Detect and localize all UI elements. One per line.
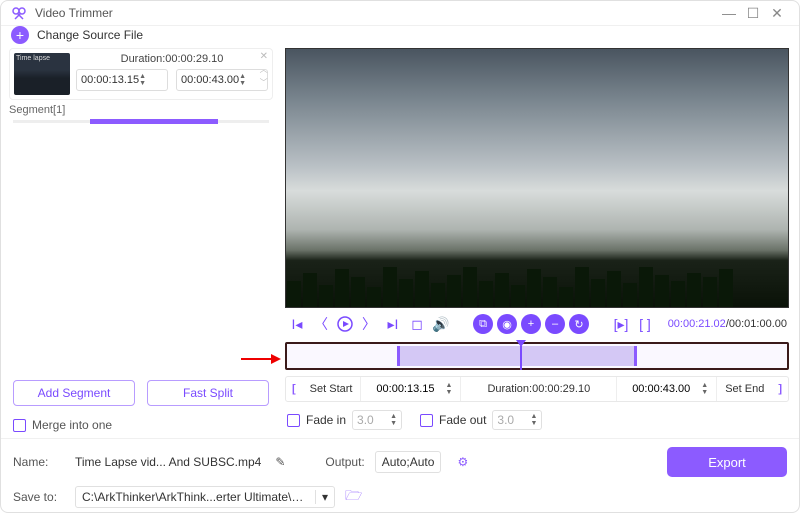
video-preview[interactable]: [285, 48, 789, 308]
segment-tag: Segment[1]: [9, 104, 273, 116]
segment-mini-timeline[interactable]: [13, 120, 269, 123]
spinner-icon[interactable]: ▲▼: [701, 382, 708, 396]
thumb-caption: Time lapse: [16, 55, 50, 62]
fade-row: Fade in 3.0▲▼ Fade out 3.0▲▼: [285, 402, 789, 438]
export-button[interactable]: Export: [667, 447, 787, 477]
goto-end-icon[interactable]: ▸I: [383, 314, 403, 334]
file-name-value: Time Lapse vid... And SUBSC.mp4: [75, 455, 261, 469]
titlebar: Video Trimmer — ☐ ✕: [1, 1, 799, 26]
add-mark-icon[interactable]: +: [521, 314, 541, 334]
camera-icon[interactable]: ◉: [497, 314, 517, 334]
goto-start-icon[interactable]: I◂: [287, 314, 307, 334]
mark-out-icon[interactable]: [ ]: [635, 314, 655, 334]
spinner-icon[interactable]: ▲▼: [445, 382, 452, 396]
time-readout: 00:00:21.02/00:01:00.00: [668, 318, 787, 330]
step-forward-icon[interactable]: 〉: [359, 314, 379, 334]
end-time-input[interactable]: ▲▼: [617, 377, 716, 401]
app-logo-icon: [11, 5, 27, 21]
fade-out-label: Fade out: [439, 413, 486, 427]
segment-end-value: 00:00:43.00: [181, 74, 239, 86]
maximize-button[interactable]: ☐: [741, 1, 765, 25]
segment-down-icon[interactable]: ﹀: [260, 77, 268, 88]
spinner-icon[interactable]: ▲▼: [139, 73, 163, 87]
minimize-button[interactable]: —: [717, 1, 741, 25]
save-path-select[interactable]: C:\ArkThinker\ArkThink...erter Ultimate\…: [75, 486, 335, 508]
topbar: + Change Source File: [1, 26, 799, 44]
start-time-input[interactable]: ▲▼: [361, 377, 460, 401]
set-end-button[interactable]: Set End: [717, 377, 772, 401]
window-title: Video Trimmer: [35, 6, 717, 20]
segment-card-controls: ✕ ︿ ﹀: [260, 51, 268, 88]
current-time: 00:00:21.02: [668, 318, 726, 330]
save-to-label: Save to:: [13, 490, 65, 504]
segment-start-value: 00:00:13.15: [81, 74, 139, 86]
stop-icon[interactable]: ◻: [407, 314, 427, 334]
edit-name-icon[interactable]: ✎: [275, 455, 285, 469]
remove-mark-icon[interactable]: –: [545, 314, 565, 334]
add-segment-button[interactable]: Add Segment: [13, 380, 135, 406]
fade-out-input[interactable]: 3.0▲▼: [492, 410, 542, 430]
playback-controls: I◂ 〈 〉 ▸I ◻ 🔊 ⧉ ◉ + – ↻ [▸] [ ] 00:00:21…: [285, 308, 789, 340]
fast-split-button[interactable]: Fast Split: [147, 380, 269, 406]
fade-out-checkbox[interactable]: [420, 414, 433, 427]
segment-card[interactable]: Time lapse Duration:00:00:29.10 00:00:13…: [9, 48, 273, 100]
bracket-close-icon: ]: [772, 383, 788, 395]
loop-icon[interactable]: ↻: [569, 314, 589, 334]
footer: Name: Time Lapse vid... And SUBSC.mp4 ✎ …: [1, 438, 799, 517]
duration-display: Duration:00:00:29.10: [461, 377, 616, 401]
output-format-select[interactable]: Auto;Auto: [375, 451, 442, 473]
mark-in-icon[interactable]: [▸]: [611, 314, 631, 334]
segment-duration-label: Duration:00:00:29.10: [76, 53, 268, 65]
segment-remove-icon[interactable]: ✕: [260, 51, 268, 62]
save-path-value: C:\ArkThinker\ArkThink...erter Ultimate\…: [82, 490, 309, 504]
bracket-open-icon: [: [286, 383, 302, 395]
play-icon[interactable]: [335, 314, 355, 334]
output-settings-icon[interactable]: ⚙: [457, 455, 468, 469]
playhead-handle[interactable]: [517, 340, 527, 348]
add-source-icon[interactable]: +: [11, 26, 29, 44]
trim-range-slider[interactable]: [285, 342, 789, 370]
right-panel: I◂ 〈 〉 ▸I ◻ 🔊 ⧉ ◉ + – ↻ [▸] [ ] 00:00:21…: [281, 44, 799, 438]
volume-icon[interactable]: 🔊: [431, 314, 451, 334]
fade-in-input[interactable]: 3.0▲▼: [352, 410, 402, 430]
step-back-icon[interactable]: 〈: [311, 314, 331, 334]
merge-checkbox[interactable]: [13, 419, 26, 432]
segment-thumbnail: Time lapse: [14, 53, 70, 95]
save-path-dropdown-icon[interactable]: ▾: [315, 490, 328, 504]
total-time: 00:01:00.00: [729, 318, 787, 330]
open-folder-icon[interactable]: 🗁: [345, 485, 362, 509]
trim-values-row: [ Set Start ▲▼ Duration:00:00:29.10 ▲▼ S…: [285, 376, 789, 402]
segment-end-input[interactable]: 00:00:43.00 ▲▼: [176, 69, 268, 91]
left-panel: Time lapse Duration:00:00:29.10 00:00:13…: [1, 44, 281, 438]
segment-start-input[interactable]: 00:00:13.15 ▲▼: [76, 69, 168, 91]
snapshot-group-icon[interactable]: ⧉: [473, 314, 493, 334]
output-label: Output:: [325, 455, 364, 469]
callout-arrow-icon: [241, 354, 281, 364]
app-window: Video Trimmer — ☐ ✕ + Change Source File…: [0, 0, 800, 513]
set-start-button[interactable]: Set Start: [302, 377, 361, 401]
segment-up-icon[interactable]: ︿: [260, 64, 268, 75]
main-area: Time lapse Duration:00:00:29.10 00:00:13…: [1, 44, 799, 438]
fade-in-checkbox[interactable]: [287, 414, 300, 427]
change-source-label[interactable]: Change Source File: [37, 28, 143, 42]
close-button[interactable]: ✕: [765, 1, 789, 25]
name-label: Name:: [13, 455, 65, 469]
fade-in-label: Fade in: [306, 413, 346, 427]
segment-info: Duration:00:00:29.10 00:00:13.15 ▲▼ 00:0…: [76, 53, 268, 95]
merge-label: Merge into one: [32, 418, 112, 432]
